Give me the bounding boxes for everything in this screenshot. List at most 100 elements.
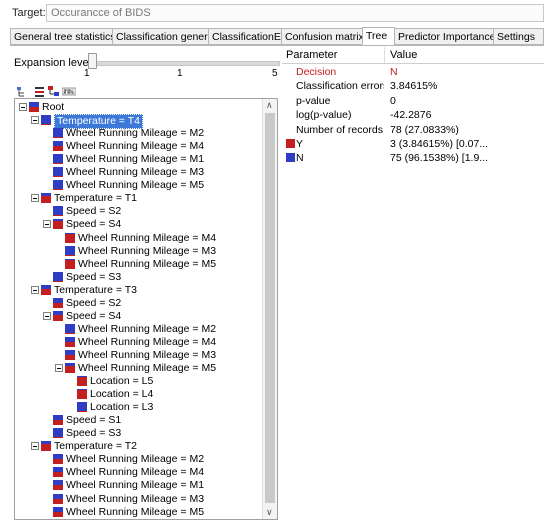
expansion-level-label: Expansion level xyxy=(14,57,92,69)
tree-node[interactable]: Temperature = T2 xyxy=(15,440,263,453)
tree-layout-icon[interactable] xyxy=(48,86,59,97)
collapse-icon[interactable] xyxy=(31,442,39,451)
tree-node[interactable]: Wheel Running Mileage = M1 xyxy=(15,153,263,166)
tree-expand-icon[interactable] xyxy=(16,86,27,97)
tree-node[interactable]: Speed = S2 xyxy=(15,297,263,310)
tree-node[interactable]: Wheel Running Mileage = M4 xyxy=(15,336,263,349)
tree-node[interactable]: Wheel Running Mileage = M5 xyxy=(15,506,263,519)
value-cell: 3.84615% xyxy=(390,80,438,93)
details-row[interactable]: Classification errors 3.84615% xyxy=(282,79,544,93)
tree-node[interactable]: Wheel Running Mileage = M4 xyxy=(15,140,263,153)
class-distribution-icon xyxy=(41,284,51,295)
tab-classification-general[interactable]: Classification general xyxy=(112,28,209,45)
target-field[interactable]: Occurancce of BIDS xyxy=(46,4,544,22)
tree-node-label: Wheel Running Mileage = M3 xyxy=(66,492,205,505)
class-distribution-icon xyxy=(41,115,51,126)
scroll-up-icon[interactable]: ∧ xyxy=(266,100,273,111)
details-row[interactable]: Y 3 (3.84615%) [0.07... xyxy=(282,137,544,151)
class-distribution-icon xyxy=(53,219,63,230)
details-row[interactable]: p-value 0 xyxy=(282,94,544,108)
tree-node-label: Temperature = T1 xyxy=(54,192,137,205)
tree-node[interactable]: Speed = S3 xyxy=(15,271,263,284)
class-distribution-icon xyxy=(29,102,39,112)
details-row[interactable]: Number of records 78 (27.0833%) xyxy=(282,123,544,137)
tree-node-label: Root xyxy=(42,101,65,113)
class-distribution-icon xyxy=(65,258,75,269)
value-cell: 78 (27.0833%) xyxy=(390,123,459,136)
value-cell: 3 (3.84615%) [0.07... xyxy=(390,138,489,150)
tree-node[interactable]: Speed = S3 xyxy=(15,427,263,440)
tree-node-label: Speed = S2 xyxy=(66,205,122,218)
tree-node[interactable]: Wheel Running Mileage = M1 xyxy=(15,479,263,492)
collapse-icon[interactable] xyxy=(43,220,51,229)
class-distribution-icon xyxy=(53,415,63,426)
param-cell: Number of records xyxy=(296,123,383,136)
collapse-icon[interactable] xyxy=(31,194,39,203)
tree-node[interactable]: Wheel Running Mileage = M5 xyxy=(15,258,263,271)
slider-min-label: 1 xyxy=(84,68,90,79)
class-distribution-icon xyxy=(53,141,63,152)
tree-node[interactable]: Wheel Running Mileage = M3 xyxy=(15,166,263,179)
tree-node[interactable]: Root xyxy=(15,101,263,114)
details-row[interactable]: log(p-value) -42.2876 xyxy=(282,108,544,122)
collapse-icon[interactable] xyxy=(31,285,39,294)
expansion-slider-track[interactable] xyxy=(88,61,280,66)
tree-node[interactable]: Location = L4 xyxy=(15,388,263,401)
collapse-icon[interactable] xyxy=(19,103,27,111)
tree-node[interactable]: Wheel Running Mileage = M5 xyxy=(15,362,263,375)
tree-scrollbar[interactable]: ∧ ∨ xyxy=(262,99,277,519)
header-value: Value xyxy=(390,49,418,61)
tree-node[interactable]: Temperature = T1 xyxy=(15,192,263,205)
tree-node-label: Wheel Running Mileage = M3 xyxy=(78,348,217,361)
target-label: Target: xyxy=(12,7,46,19)
tab-general-tree-statistics[interactable]: General tree statistics xyxy=(10,28,113,45)
param-cell: Y xyxy=(296,138,304,150)
tree-node[interactable]: Wheel Running Mileage = M3 xyxy=(15,245,263,258)
tree-node[interactable]: Speed = S4 xyxy=(15,218,263,231)
tab-classificationex[interactable]: ClassificationEx xyxy=(208,28,282,45)
scroll-down-icon[interactable]: ∨ xyxy=(266,507,273,518)
tree-panel: Expansion level 1 1 5 ∧ ∨ Root Temperatur… xyxy=(10,46,280,520)
param-cell: Decision xyxy=(296,66,337,78)
details-row[interactable]: N 75 (96.1538%) [1.9... xyxy=(282,151,544,165)
tree-node[interactable]: Wheel Running Mileage = M2 xyxy=(15,127,263,140)
tree-node[interactable]: Location = L5 xyxy=(15,375,263,388)
class-distribution-icon xyxy=(65,349,75,360)
tree-node[interactable]: Speed = S1 xyxy=(15,414,263,427)
details-row[interactable]: Decision N xyxy=(282,65,544,79)
tree-node[interactable]: Wheel Running Mileage = M4 xyxy=(15,466,263,479)
tree-node[interactable]: Speed = S4 xyxy=(15,310,263,323)
tree-node-label: Wheel Running Mileage = M4 xyxy=(78,335,217,348)
tree-node[interactable]: Wheel Running Mileage = M5 xyxy=(15,179,263,192)
tree-node[interactable]: Wheel Running Mileage = M4 xyxy=(15,232,263,245)
tree-node-label: Speed = S2 xyxy=(66,296,122,309)
tab-predictor-importance[interactable]: Predictor Importance xyxy=(394,28,494,45)
collapse-icon[interactable] xyxy=(31,116,39,125)
tree-node[interactable]: Wheel Running Mileage = M2 xyxy=(15,453,263,466)
tree-view[interactable]: ∧ ∨ Root Temperature = T4 Wheel Running Mi… xyxy=(14,98,278,520)
class-distribution-icon xyxy=(53,310,63,321)
tree-node[interactable]: Speed = S2 xyxy=(15,205,263,218)
tab-settings[interactable]: Settings xyxy=(493,28,544,45)
tree-node[interactable]: Wheel Running Mileage = M3 xyxy=(15,493,263,506)
tree-node-label: Location = L3 xyxy=(90,401,154,414)
tree-scrollbar-thumb[interactable] xyxy=(265,113,275,503)
tree-node-label: Wheel Running Mileage = M5 xyxy=(66,179,205,192)
tab-tree[interactable]: Tree xyxy=(362,27,395,45)
sql-export-icon[interactable] xyxy=(62,86,76,97)
tree-node[interactable]: Wheel Running Mileage = M2 xyxy=(15,323,263,336)
tree-node[interactable]: Location = L3 xyxy=(15,401,263,414)
collapse-icon[interactable] xyxy=(55,364,63,372)
details-grid-header: Parameter Value xyxy=(282,47,544,64)
tree-node[interactable]: Wheel Running Mileage = M3 xyxy=(15,349,263,362)
tree-collapse-icon[interactable] xyxy=(34,86,45,97)
tree-node[interactable]: Temperature = T3 xyxy=(15,284,263,297)
expansion-slider-thumb[interactable] xyxy=(88,53,97,69)
class-distribution-icon xyxy=(53,428,63,439)
class-distribution-icon xyxy=(65,363,75,373)
collapse-icon[interactable] xyxy=(43,311,51,320)
tab-confusion-matrix[interactable]: Confusion matrix xyxy=(281,28,363,45)
legend-swatch-icon xyxy=(286,153,295,163)
tree-node[interactable]: Temperature = T4 xyxy=(15,114,263,130)
tree-node-label: Location = L5 xyxy=(90,375,154,388)
